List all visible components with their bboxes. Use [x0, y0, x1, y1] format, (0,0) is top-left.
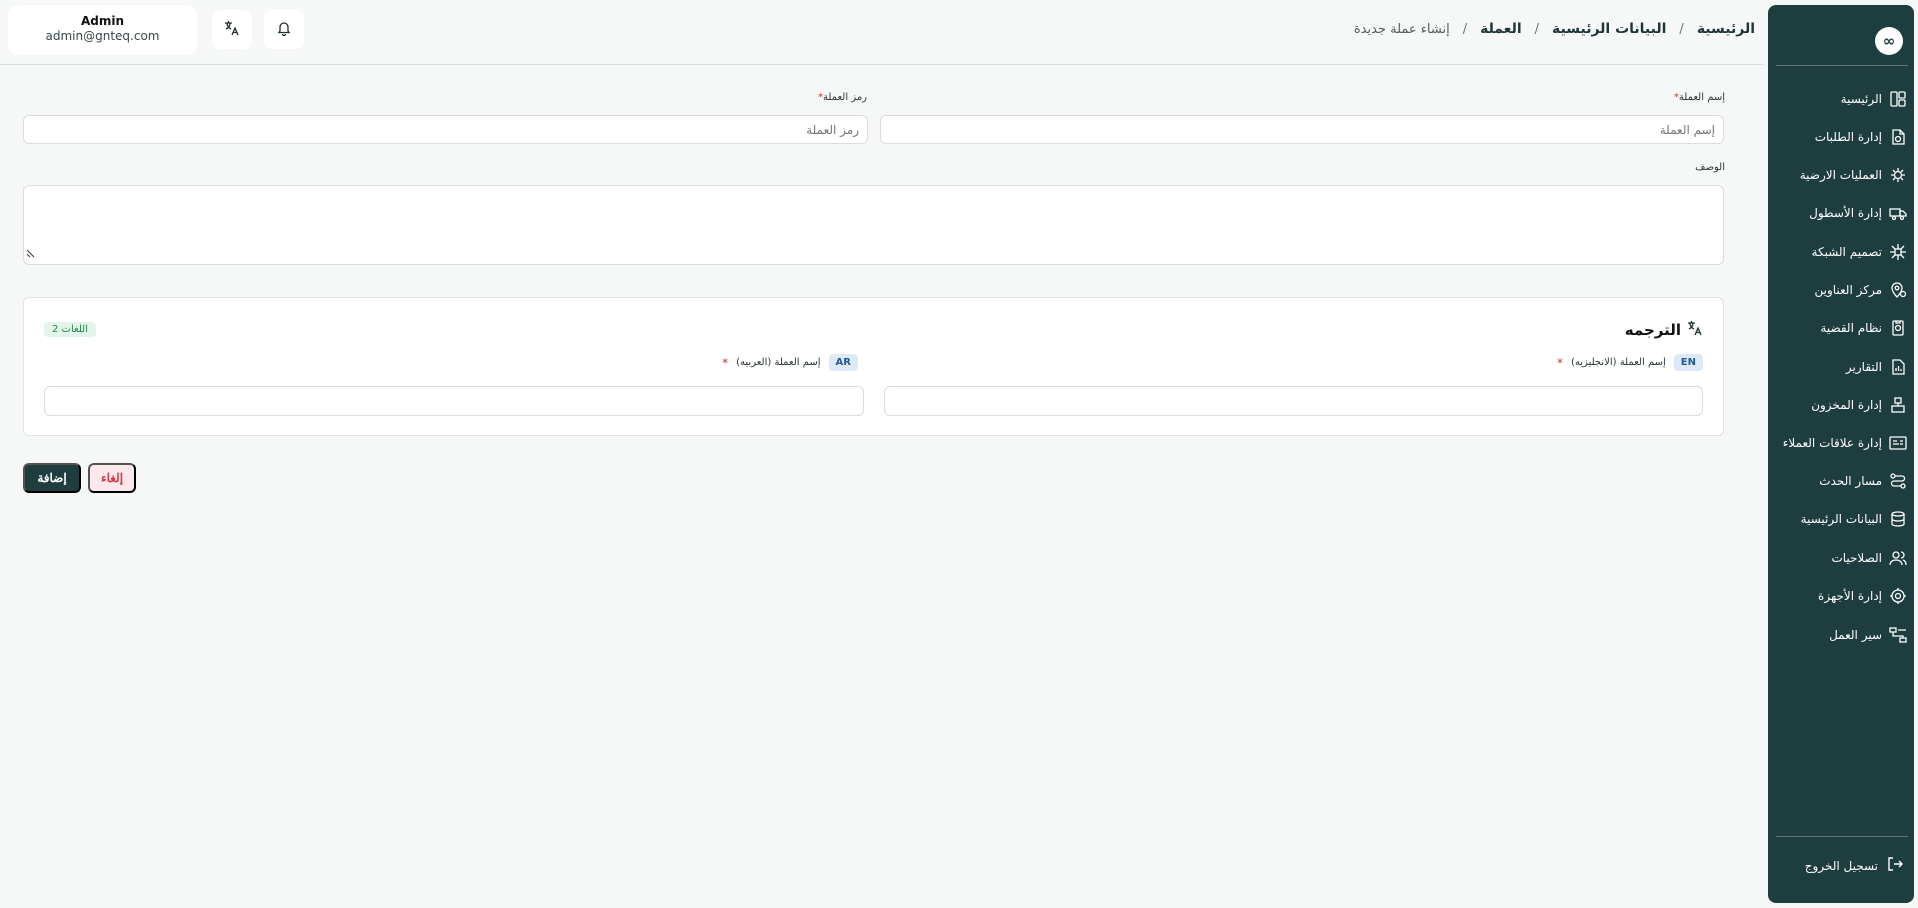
case-file-icon: [1888, 318, 1908, 338]
en-tag: EN: [1673, 354, 1703, 371]
logout-label: تسجيل الخروج: [1804, 859, 1878, 873]
sidebar-item-label: الصلاحيات: [1831, 551, 1882, 565]
currency-name-input[interactable]: [880, 115, 1724, 144]
sidebar-item-address-center[interactable]: مركز العناوين: [1814, 276, 1908, 304]
device-gear-icon: [1888, 586, 1908, 606]
inventory-icon: [1888, 395, 1908, 415]
sidebar-item-workflow[interactable]: سير العمل: [1829, 621, 1908, 649]
sidebar-item-label: إدارة المخزون: [1811, 398, 1882, 412]
sidebar-item-label: تصميم الشبكة: [1811, 245, 1882, 259]
sidebar-item-label: مسار الحدث: [1819, 474, 1882, 488]
currency-name-label: إسم العملة*: [1674, 92, 1725, 103]
currency-code-input[interactable]: [23, 115, 868, 144]
user-email: admin@gnteq.com: [45, 29, 160, 43]
crm-card-icon: [1888, 433, 1908, 453]
sidebar-item-inventory[interactable]: إدارة المخزون: [1811, 391, 1908, 419]
required-mark: *: [722, 355, 729, 370]
translation-title-text: الترجمه: [1624, 321, 1681, 339]
sidebar-item-label: التقارير: [1845, 360, 1882, 374]
sidebar-item-devices[interactable]: إدارة الأجهزة: [1818, 582, 1908, 610]
description-label: الوصف: [1695, 162, 1725, 173]
breadcrumb-currency[interactable]: العملة: [1480, 21, 1522, 37]
sidebar-item-label: البيانات الرئيسية: [1800, 512, 1882, 526]
resize-handle-icon[interactable]: [26, 243, 36, 262]
translation-title: الترجمه: [1625, 320, 1703, 340]
cancel-button[interactable]: إلغاء: [88, 463, 136, 493]
sidebar-divider-bottom: [1776, 836, 1908, 837]
workflow-icon: [1888, 625, 1908, 645]
required-mark: *: [1557, 355, 1563, 370]
user-name: Admin: [80, 14, 125, 28]
breadcrumb-home[interactable]: الرئيسية: [1697, 21, 1755, 37]
sidebar-divider-top: [1776, 65, 1908, 66]
sidebar-item-reports[interactable]: التقارير: [1846, 353, 1908, 381]
sidebar-item-label: إدارة الأجهزة: [1818, 589, 1882, 603]
arabic-name-label-text: إسم العملة (العربيه): [736, 357, 821, 368]
sidebar: ∞ الرئيسية إدارة الطلبات العمليات الارضي…: [1768, 5, 1914, 903]
add-button[interactable]: إضافة: [23, 463, 81, 493]
logout-button[interactable]: تسجيل الخروج: [1805, 854, 1904, 878]
notifications-button[interactable]: [264, 10, 304, 49]
sidebar-item-case-system[interactable]: نظام القضية: [1820, 314, 1908, 342]
ar-tag: AR: [828, 354, 858, 371]
database-icon: [1888, 509, 1908, 529]
sidebar-item-orders[interactable]: إدارة الطلبات: [1815, 123, 1908, 151]
english-name-label: EN إسم العملة (الانجليزيه) *: [1557, 354, 1703, 371]
truck-icon: [1888, 203, 1908, 223]
sidebar-item-label: إدارة الأسطول: [1809, 206, 1882, 220]
bell-icon: [276, 20, 292, 40]
currency-name-label-text: إسم العملة: [1678, 92, 1725, 103]
english-name-label-text: إسم العملة (الانجليزيه): [1571, 357, 1666, 368]
bug-gear-icon: [1888, 165, 1908, 185]
arabic-name-input[interactable]: [44, 386, 864, 416]
sidebar-item-home[interactable]: الرئيسية: [1841, 85, 1908, 113]
arabic-name-label: AR إسم العملة (العربيه) *: [722, 354, 858, 371]
sidebar-item-label: العمليات الارضية: [1799, 168, 1882, 182]
route-icon: [1888, 471, 1908, 491]
breadcrumb-separator: /: [1534, 21, 1540, 37]
map-pin-icon: [1888, 280, 1908, 300]
layout-icon: [1888, 89, 1908, 109]
sidebar-item-permissions[interactable]: الصلاحيات: [1831, 544, 1908, 572]
report-icon: [1888, 357, 1908, 377]
sidebar-item-label: إدارة علاقات العملاء: [1782, 436, 1882, 450]
sidebar-item-label: الرئيسية: [1840, 92, 1882, 106]
sidebar-item-ground-ops[interactable]: العمليات الارضية: [1800, 161, 1908, 189]
language-button[interactable]: [212, 10, 252, 49]
currency-code-label: رمز العملة*: [818, 92, 867, 103]
translate-icon: [224, 20, 240, 40]
app-logo[interactable]: ∞: [1875, 27, 1903, 55]
languages-count-badge: 2 اللغات: [44, 322, 96, 337]
network-icon: [1888, 242, 1908, 262]
sidebar-item-label: نظام القضية: [1820, 321, 1882, 335]
sidebar-item-label: مركز العناوين: [1814, 283, 1882, 297]
translation-card: الترجمه 2 اللغات EN إسم العملة (الانجليز…: [23, 297, 1724, 436]
sidebar-item-network-design[interactable]: تصميم الشبكة: [1812, 238, 1908, 266]
logout-icon: [1886, 855, 1904, 877]
breadcrumb-separator: /: [1679, 21, 1684, 37]
breadcrumb-master-data[interactable]: البيانات الرئيسية: [1552, 21, 1666, 37]
sidebar-item-master-data[interactable]: البيانات الرئيسية: [1801, 505, 1908, 533]
header-divider: [0, 64, 1764, 65]
sidebar-item-fleet[interactable]: إدارة الأسطول: [1809, 199, 1908, 227]
description-textarea[interactable]: [23, 185, 1724, 265]
breadcrumb-separator: /: [1462, 21, 1468, 37]
file-sync-icon: [1888, 127, 1908, 147]
sidebar-item-event-path[interactable]: مسار الحدث: [1819, 467, 1908, 495]
translate-icon: [1687, 320, 1703, 340]
currency-code-label-text: رمز العملة: [823, 92, 867, 103]
users-icon: [1888, 548, 1908, 568]
english-name-input[interactable]: [884, 386, 1703, 416]
user-menu[interactable]: Admin admin@gnteq.com: [8, 5, 197, 55]
sidebar-item-crm[interactable]: إدارة علاقات العملاء: [1783, 429, 1908, 457]
breadcrumb: الرئيسية / البيانات الرئيسية / العملة / …: [1354, 19, 1755, 39]
sidebar-item-label: سير العمل: [1829, 628, 1882, 642]
sidebar-item-label: إدارة الطلبات: [1814, 130, 1882, 144]
breadcrumb-current: إنشاء عملة جديدة: [1353, 21, 1450, 37]
